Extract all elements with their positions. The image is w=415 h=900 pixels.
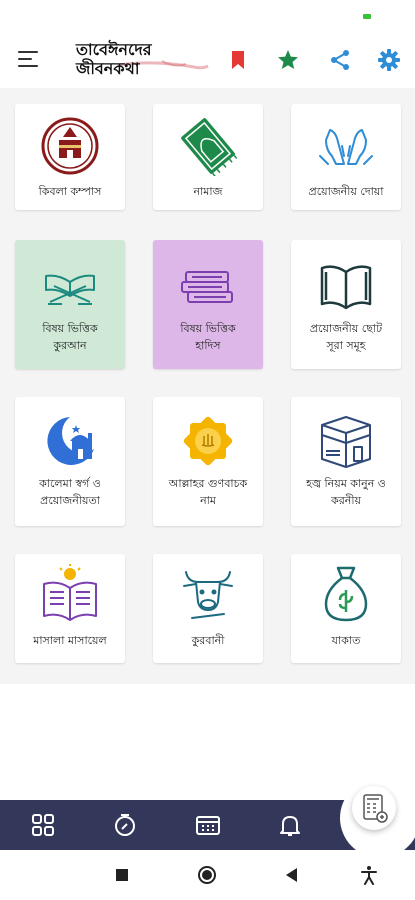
card-label: প্রয়োজনীয় দোয়া (308, 185, 384, 198)
card-namaz[interactable]: নামাজ (153, 104, 263, 210)
card-label: যাকাত (331, 634, 361, 647)
recents-square-icon[interactable] (116, 869, 128, 881)
bookmark-icon[interactable] (227, 48, 251, 72)
feature-grid: কিবলা কম্পাস নামাজ প্রয়োজনীয় দোয়া বিষ… (0, 88, 415, 684)
calculator-icon[interactable] (352, 786, 396, 830)
card-label: নামাজ (193, 185, 223, 198)
accessibility-icon[interactable] (360, 865, 378, 885)
card-names-of-allah[interactable]: আল্লাহর গুণবাচক নাম (153, 397, 263, 526)
card-hajj-rules[interactable]: হজ্ব নিয়ম কানুন ও করনীয় (291, 397, 401, 526)
card-label: কালেমা স্বর্গ ও প্রয়োজনীয়তা (39, 477, 101, 507)
open-book-icon (316, 256, 376, 316)
share-icon[interactable] (328, 48, 352, 72)
allah-star-icon (178, 411, 238, 471)
back-triangle-icon[interactable] (285, 867, 299, 883)
compass-icon[interactable] (112, 812, 138, 838)
card-label: বিষয় ভিত্তিক কুরআন (42, 322, 98, 352)
card-label: প্রয়োজনীয় ছোট সূরা সমূহ (309, 322, 383, 352)
kaaba-icon (316, 411, 376, 471)
card-zakat[interactable]: যাকাত (291, 554, 401, 663)
app-title: তাবেঈনদের জীবনকথা (76, 40, 152, 78)
prayer-mat-icon (178, 116, 238, 177)
card-hadith-by-topic[interactable]: বিষয় ভিত্তিক হাদিস (153, 240, 263, 369)
card-qurbani[interactable]: কুরবানী (153, 554, 263, 663)
kaaba-compass-icon (40, 116, 100, 176)
cow-icon (178, 564, 238, 624)
gear-icon[interactable] (377, 48, 401, 72)
app-logo: তাবেঈনদের জীবনকথা (74, 38, 214, 82)
money-bag-icon (316, 564, 376, 624)
bell-icon[interactable] (277, 812, 303, 838)
card-label: হজ্ব নিয়ম কানুন ও করনীয় (306, 477, 386, 507)
books-stack-icon (178, 256, 238, 316)
crescent-mosque-icon (40, 411, 100, 471)
home-circle-icon[interactable] (198, 866, 216, 884)
hamburger-menu-icon[interactable] (16, 47, 42, 71)
card-quran-by-topic[interactable]: বিষয় ভিত্তিক কুরআন (15, 240, 125, 369)
status-bar (0, 0, 415, 30)
card-short-surahs[interactable]: প্রয়োজনীয় ছোট সূরা সমূহ (291, 240, 401, 369)
card-qibla-compass[interactable]: কিবলা কম্পাস (15, 104, 125, 210)
quran-stand-icon (40, 256, 100, 316)
card-label: আল্লাহর গুণবাচক নাম (168, 477, 248, 507)
card-label: বিষয় ভিত্তিক হাদিস (180, 322, 236, 352)
system-navigation-bar (0, 850, 415, 900)
card-label: কুরবানী (191, 634, 225, 647)
book-lightbulb-icon (40, 564, 100, 624)
calendar-icon[interactable] (195, 812, 221, 838)
card-label: মাসালা মাসায়েল (33, 634, 107, 647)
card-masala-masael[interactable]: মাসালা মাসায়েল (15, 554, 125, 663)
card-necessary-dua[interactable]: প্রয়োজনীয় দোয়া (291, 104, 401, 210)
praying-hands-icon (316, 116, 376, 176)
card-kalema[interactable]: কালেমা স্বর্গ ও প্রয়োজনীয়তা (15, 397, 125, 526)
grid-icon[interactable] (30, 812, 56, 838)
battery-icon (363, 14, 371, 19)
card-label: কিবলা কম্পাস (38, 185, 102, 198)
star-icon[interactable] (276, 48, 300, 72)
app-bar: তাবেঈনদের জীবনকথা (0, 30, 415, 88)
